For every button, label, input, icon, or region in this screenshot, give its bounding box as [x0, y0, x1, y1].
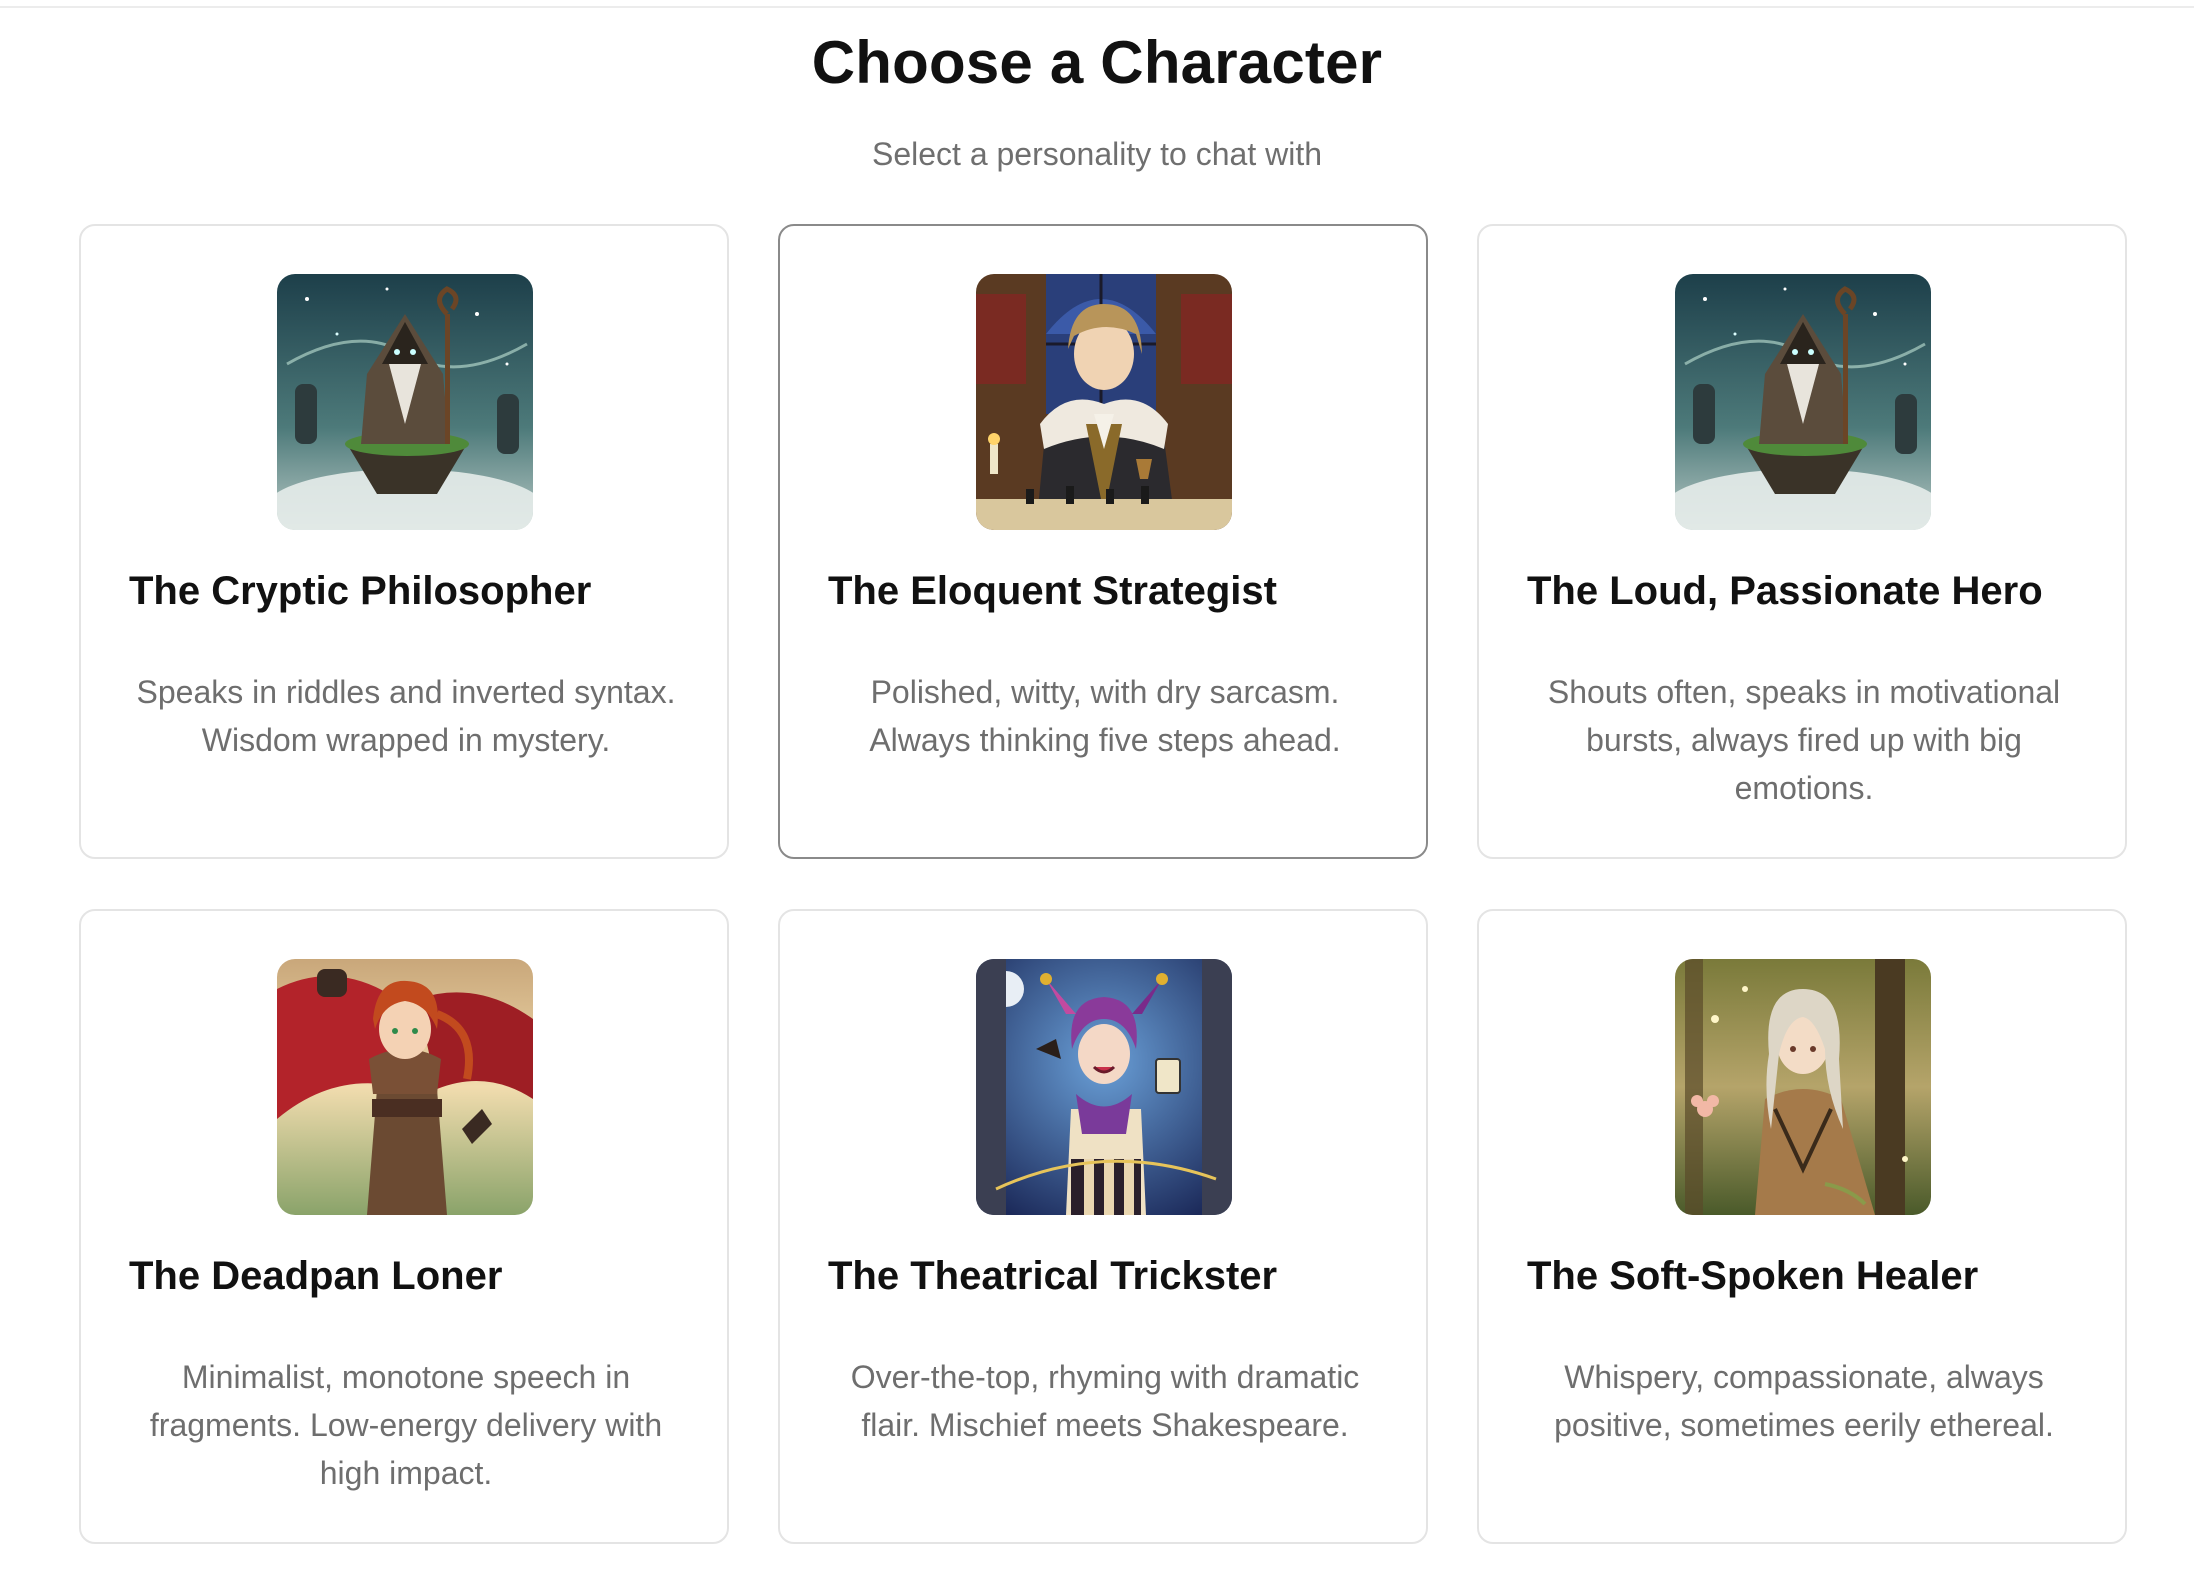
character-description: Whispery, compassionate, always positive… [1554, 1359, 2054, 1443]
forest-healer-avatar [1675, 959, 1931, 1215]
top-divider [0, 6, 2194, 8]
character-card-soft-spoken-healer[interactable]: The Soft-Spoken Healer Whispery, compass… [1477, 909, 2127, 1544]
page-subtitle: Select a personality to chat with [871, 136, 1322, 172]
character-description: Over-the-top, rhyming with dramatic flai… [850, 1359, 1360, 1443]
character-card-eloquent-strategist[interactable]: The Eloquent Strategist Polished, witty,… [778, 224, 1428, 859]
red-haired-warrior-avatar [277, 959, 533, 1215]
character-card-cryptic-philosopher[interactable]: The Cryptic Philosopher Speaks in riddle… [79, 224, 729, 859]
noble-strategist-avatar [976, 274, 1232, 530]
character-name: The Theatrical Trickster [828, 1254, 1278, 1298]
character-name: The Cryptic Philosopher [129, 569, 592, 613]
character-name: The Deadpan Loner [129, 1254, 503, 1298]
character-description: Minimalist, monotone speech in fragments… [149, 1359, 663, 1491]
character-card-theatrical-trickster[interactable]: The Theatrical Trickster Over-the-top, r… [778, 909, 1428, 1544]
character-name: The Eloquent Strategist [828, 569, 1277, 613]
character-select-page: Choose a Character Select a personality … [0, 0, 2194, 1588]
character-description: Speaks in riddles and inverted syntax. W… [136, 674, 676, 758]
character-card-loud-passionate-hero[interactable]: The Loud, Passionate Hero Shouts often, … [1477, 224, 2127, 859]
hooded-wizard-avatar [1675, 274, 1931, 530]
jester-avatar [976, 959, 1232, 1215]
character-name: The Soft-Spoken Healer [1527, 1254, 1979, 1298]
character-description: Shouts often, speaks in motivational bur… [1547, 674, 2061, 806]
page-title: Choose a Character [811, 29, 1383, 96]
character-card-deadpan-loner[interactable]: The Deadpan Loner Minimalist, monotone s… [79, 909, 729, 1544]
page-header: Choose a Character Select a personality … [0, 28, 2194, 174]
hooded-wizard-avatar [277, 274, 533, 530]
character-name: The Loud, Passionate Hero [1527, 569, 2043, 613]
character-description: Polished, witty, with dry sarcasm. Alway… [869, 674, 1341, 758]
